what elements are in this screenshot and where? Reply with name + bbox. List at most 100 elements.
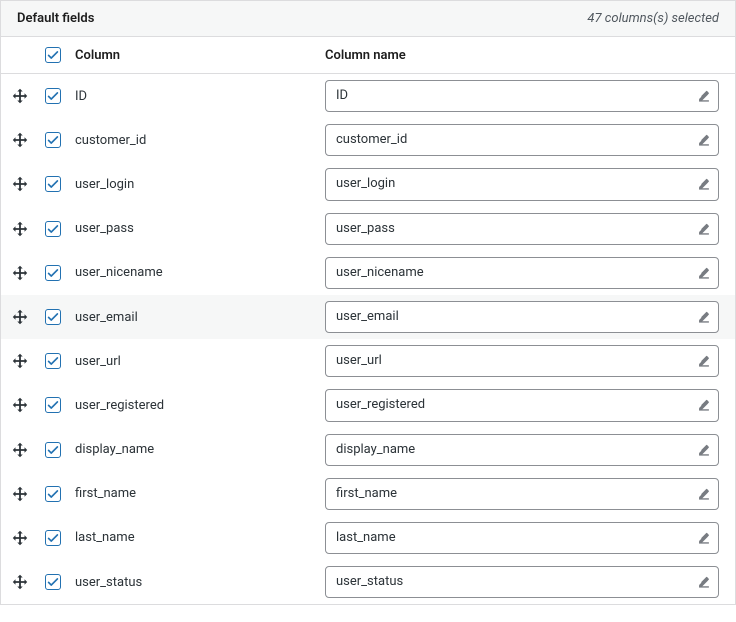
row-checkbox[interactable] <box>45 530 61 546</box>
table-row: last_name <box>1 516 735 560</box>
drag-handle-icon[interactable] <box>11 131 29 149</box>
pencil-icon[interactable] <box>697 310 711 324</box>
drag-cell <box>1 352 39 370</box>
column-cell: first_name <box>67 486 325 501</box>
drag-handle-icon[interactable] <box>11 87 29 105</box>
column-cell: user_login <box>67 177 325 192</box>
column-name-input[interactable] <box>325 257 719 289</box>
column-label: display_name <box>75 442 154 457</box>
input-wrapper <box>325 124 719 156</box>
table-header-row: Column Column name <box>1 37 735 74</box>
column-cell: user_email <box>67 310 325 325</box>
column-name-input[interactable] <box>325 168 719 200</box>
checkbox-cell <box>39 132 67 148</box>
row-checkbox[interactable] <box>45 486 61 502</box>
master-checkbox[interactable] <box>45 47 61 63</box>
input-wrapper <box>325 257 719 289</box>
pencil-icon[interactable] <box>697 354 711 368</box>
table-row: customer_id <box>1 118 735 162</box>
drag-handle-icon[interactable] <box>11 220 29 238</box>
column-cell: customer_id <box>67 133 325 148</box>
pencil-icon[interactable] <box>697 398 711 412</box>
column-name-input[interactable] <box>325 80 719 112</box>
checkbox-cell <box>39 442 67 458</box>
pencil-icon[interactable] <box>697 89 711 103</box>
input-wrapper <box>325 434 719 466</box>
drag-cell <box>1 485 39 503</box>
column-name-input[interactable] <box>325 478 719 510</box>
panel-title: Default fields <box>17 11 94 26</box>
columns-selected-status: 47 columns(s) selected <box>587 11 719 26</box>
drag-cell <box>1 441 39 459</box>
column-name-cell <box>325 213 735 245</box>
table-row: user_pass <box>1 207 735 251</box>
checkbox-cell <box>39 88 67 104</box>
column-name-input[interactable] <box>325 124 719 156</box>
input-wrapper <box>325 168 719 200</box>
column-name-input[interactable] <box>325 566 719 598</box>
column-name-cell <box>325 124 735 156</box>
row-checkbox[interactable] <box>45 132 61 148</box>
master-checkbox-cell <box>39 47 67 63</box>
pencil-icon[interactable] <box>697 487 711 501</box>
column-label: user_url <box>75 354 121 369</box>
input-wrapper <box>325 345 719 377</box>
row-checkbox[interactable] <box>45 397 61 413</box>
drag-handle-icon[interactable] <box>11 441 29 459</box>
column-name-cell <box>325 301 735 333</box>
column-name-input[interactable] <box>325 434 719 466</box>
row-checkbox[interactable] <box>45 574 61 590</box>
column-cell: user_registered <box>67 398 325 413</box>
input-wrapper <box>325 566 719 598</box>
drag-cell <box>1 220 39 238</box>
table-body: IDcustomer_iduser_loginuser_passuser_nic… <box>1 74 735 604</box>
row-checkbox[interactable] <box>45 442 61 458</box>
column-cell: user_nicename <box>67 265 325 280</box>
row-checkbox[interactable] <box>45 176 61 192</box>
drag-handle-icon[interactable] <box>11 396 29 414</box>
drag-handle-icon[interactable] <box>11 264 29 282</box>
pencil-icon[interactable] <box>697 222 711 236</box>
table-row: user_login <box>1 162 735 206</box>
drag-handle-icon[interactable] <box>11 352 29 370</box>
drag-cell <box>1 308 39 326</box>
drag-cell <box>1 396 39 414</box>
pencil-icon[interactable] <box>697 177 711 191</box>
checkbox-cell <box>39 486 67 502</box>
column-name-input[interactable] <box>325 522 719 554</box>
row-checkbox[interactable] <box>45 309 61 325</box>
drag-handle-icon[interactable] <box>11 485 29 503</box>
row-checkbox[interactable] <box>45 353 61 369</box>
row-checkbox[interactable] <box>45 88 61 104</box>
drag-handle-icon[interactable] <box>11 573 29 591</box>
pencil-icon[interactable] <box>697 133 711 147</box>
column-name-cell <box>325 168 735 200</box>
column-label: user_login <box>75 177 134 192</box>
column-cell: user_pass <box>67 221 325 236</box>
pencil-icon[interactable] <box>697 266 711 280</box>
column-name-cell <box>325 434 735 466</box>
row-checkbox[interactable] <box>45 265 61 281</box>
column-label: user_nicename <box>75 265 163 280</box>
table-row: user_registered <box>1 383 735 427</box>
drag-cell <box>1 87 39 105</box>
checkbox-cell <box>39 574 67 590</box>
column-label: last_name <box>75 530 135 545</box>
pencil-icon[interactable] <box>697 443 711 457</box>
drag-handle-icon[interactable] <box>11 529 29 547</box>
checkbox-cell <box>39 353 67 369</box>
drag-handle-icon[interactable] <box>11 308 29 326</box>
column-name-input[interactable] <box>325 345 719 377</box>
pencil-icon[interactable] <box>697 531 711 545</box>
input-wrapper <box>325 80 719 112</box>
row-checkbox[interactable] <box>45 221 61 237</box>
column-name-input[interactable] <box>325 389 719 421</box>
column-name-cell <box>325 389 735 421</box>
drag-handle-icon[interactable] <box>11 175 29 193</box>
checkbox-cell <box>39 530 67 546</box>
column-name-input[interactable] <box>325 213 719 245</box>
pencil-icon[interactable] <box>697 575 711 589</box>
column-name-input[interactable] <box>325 301 719 333</box>
column-label: customer_id <box>75 133 146 148</box>
column-name-cell <box>325 566 735 598</box>
